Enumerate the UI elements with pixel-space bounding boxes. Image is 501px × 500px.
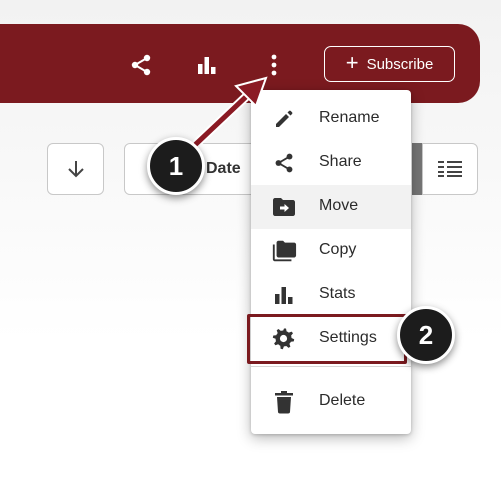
list-view-icon (438, 161, 462, 177)
plus-icon: + (345, 50, 359, 75)
folder-move-icon (271, 194, 297, 220)
menu-divider (251, 366, 411, 367)
menu-item-delete[interactable]: Delete (251, 380, 411, 424)
step-callout-1: 1 (147, 137, 205, 195)
sort-by-label: Date (206, 160, 241, 177)
menu-item-label: Share (319, 153, 362, 170)
menu-item-move[interactable]: Move (251, 185, 411, 229)
menu-item-label: Stats (319, 285, 356, 302)
menu-item-label: Rename (319, 109, 380, 126)
settings-highlight-box (247, 314, 407, 364)
bar-chart-icon (271, 282, 297, 308)
pencil-icon (271, 106, 297, 132)
share-icon[interactable] (128, 52, 154, 78)
subscribe-button[interactable]: + Subscribe (324, 46, 455, 82)
subscribe-label: Subscribe (366, 55, 434, 73)
share-icon (271, 150, 297, 176)
bar-chart-icon[interactable] (194, 52, 220, 78)
sort-direction-button[interactable] (47, 143, 104, 195)
context-menu: Rename Share Move Copy Stats Settings De… (251, 90, 411, 434)
view-toggle-divider (412, 143, 422, 195)
menu-item-stats[interactable]: Stats (251, 273, 411, 317)
copy-folder-icon (271, 238, 297, 264)
menu-item-label: Move (319, 197, 359, 214)
trash-icon (271, 389, 297, 415)
step-callout-2: 2 (397, 306, 455, 364)
menu-item-share[interactable]: Share (251, 141, 411, 185)
menu-item-copy[interactable]: Copy (251, 229, 411, 273)
menu-item-rename[interactable]: Rename (251, 97, 411, 141)
more-vertical-icon[interactable] (261, 52, 287, 78)
list-view-button[interactable] (422, 143, 478, 195)
menu-item-label: Copy (319, 241, 357, 258)
arrow-down-icon (67, 161, 84, 178)
menu-item-label: Delete (319, 392, 366, 409)
